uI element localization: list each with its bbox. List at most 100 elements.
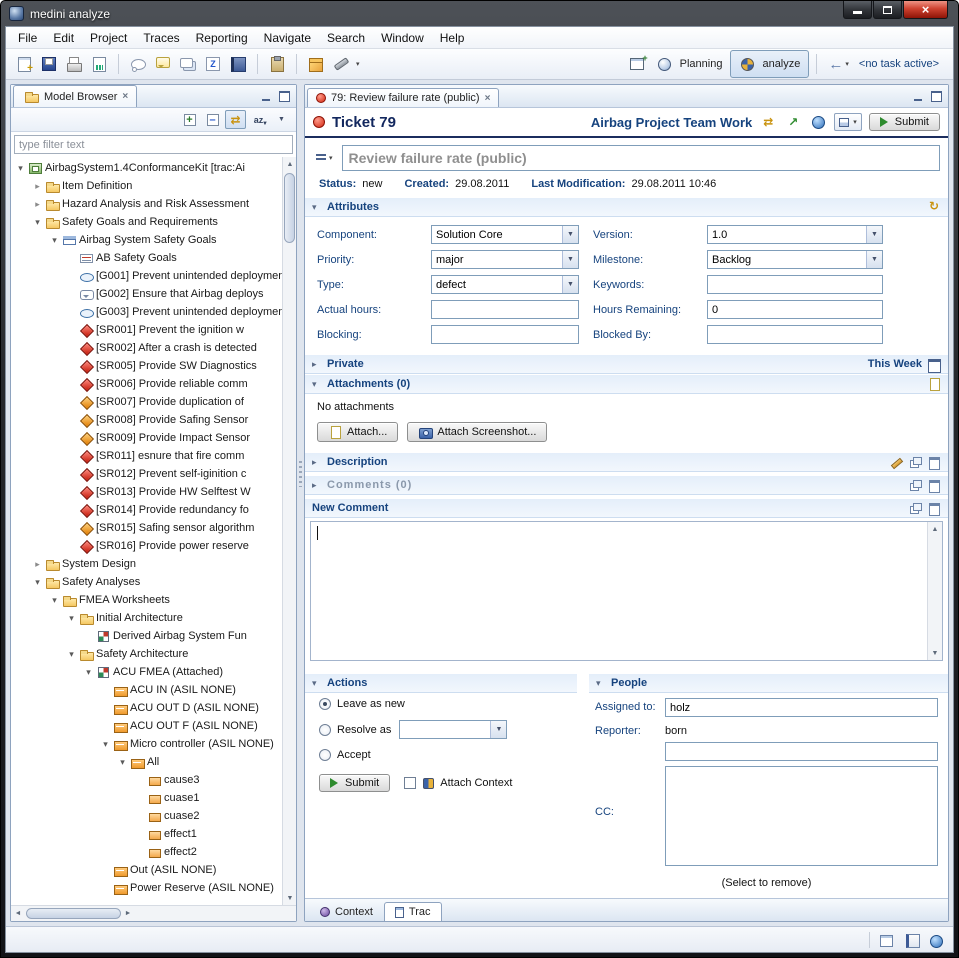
ticket-menu-button[interactable]: ▾	[313, 152, 336, 164]
minimize-button[interactable]	[843, 1, 872, 19]
tree-item[interactable]: Micro controller (ASIL NONE)	[11, 735, 282, 753]
chevron-down-icon[interactable]: ▼	[562, 226, 578, 243]
expander-icon[interactable]	[49, 234, 60, 246]
maximize-icon[interactable]	[927, 455, 941, 469]
twisty-closed-icon[interactable]: ▸	[312, 359, 322, 370]
perspective-planning[interactable]: Planning	[651, 53, 729, 75]
twisty-open-icon[interactable]: ▾	[312, 678, 322, 689]
field-control[interactable]: ▼	[431, 300, 579, 319]
tree-item[interactable]: Hazard Analysis and Risk Assessment	[11, 195, 282, 213]
tree-item[interactable]: Safety Goals and Requirements	[11, 213, 282, 231]
calendar-icon[interactable]	[927, 357, 941, 371]
restore-icon[interactable]	[908, 501, 922, 515]
field-control[interactable]: ▼	[707, 250, 883, 269]
maximize-icon[interactable]	[927, 501, 941, 515]
tree-item[interactable]: [SR016] Provide power reserve	[11, 537, 282, 555]
error-log-icon[interactable]	[903, 932, 920, 948]
tree-item[interactable]: effect2	[11, 843, 282, 861]
minimize-view-icon[interactable]	[258, 89, 273, 103]
tree-item[interactable]: [SR002] After a crash is detected	[11, 339, 282, 357]
field-input[interactable]	[708, 326, 882, 343]
cc-add-input[interactable]	[665, 742, 938, 761]
scrollbar-thumb[interactable]	[26, 908, 121, 919]
filter-input[interactable]	[15, 139, 292, 151]
field-input[interactable]	[708, 226, 866, 243]
section-actions[interactable]: ▾ Actions	[305, 673, 577, 693]
restore-icon[interactable]	[908, 478, 922, 492]
scroll-up-icon[interactable]: ▲	[283, 157, 296, 171]
scroll-up-icon[interactable]: ▲	[928, 522, 942, 536]
radio-icon[interactable]	[319, 698, 331, 710]
expander-icon[interactable]	[32, 180, 43, 192]
attach-screenshot-button[interactable]: Attach Screenshot...	[407, 422, 547, 442]
tree-item[interactable]: [SR011] esnure that fire comm	[11, 447, 282, 465]
section-attributes[interactable]: ▾ Attributes	[305, 197, 948, 217]
tree-item[interactable]: Derived Airbag System Fun	[11, 627, 282, 645]
expander-icon[interactable]	[66, 648, 77, 660]
menu-item[interactable]: Search	[319, 29, 373, 47]
close-icon[interactable]: ×	[122, 91, 128, 102]
new-comment-textarea[interactable]: ▲ ▼	[310, 521, 943, 661]
action-radio-option[interactable]: Leave as new ▼	[305, 693, 577, 715]
view-menu-icon[interactable]	[271, 110, 292, 129]
twisty-open-icon[interactable]: ▾	[312, 202, 322, 213]
scroll-left-icon[interactable]: ◄	[11, 907, 25, 921]
collapse-all-icon[interactable]	[202, 110, 223, 129]
tree-item[interactable]: cuase1	[11, 789, 282, 807]
package-icon[interactable]	[304, 53, 328, 75]
maximize-icon[interactable]	[927, 478, 941, 492]
vertical-scrollbar[interactable]: ▲ ▼	[282, 157, 296, 905]
new-icon[interactable]	[12, 53, 36, 75]
tree-item[interactable]: [SR014] Provide redundancy fo	[11, 501, 282, 519]
attach-context-checkbox[interactable]	[404, 777, 416, 789]
chevron-down-icon[interactable]: ▼	[562, 251, 578, 268]
tree-item[interactable]: Item Definition	[11, 177, 282, 195]
submit-button[interactable]: Submit	[869, 113, 940, 131]
scroll-down-icon[interactable]: ▼	[928, 646, 942, 660]
tools-dropdown-icon[interactable]: ▾	[356, 60, 360, 68]
field-input[interactable]	[432, 301, 578, 318]
menu-item[interactable]: Traces	[135, 29, 187, 47]
perspective-analyze[interactable]: analyze	[730, 50, 809, 78]
close-button[interactable]: ×	[903, 1, 948, 19]
tree-item[interactable]: System Design	[11, 555, 282, 573]
field-input[interactable]	[432, 251, 562, 268]
tree-item[interactable]: AirbagSystem1.4ConformanceKit [trac:Ai	[11, 159, 282, 177]
tree-item[interactable]: FMEA Worksheets	[11, 591, 282, 609]
menu-item[interactable]: Help	[432, 29, 473, 47]
tab-context[interactable]: Context	[309, 902, 384, 921]
tree-item[interactable]: Safety Analyses	[11, 573, 282, 591]
maximize-button[interactable]	[873, 1, 902, 19]
tree-item[interactable]: [SR008] Provide Safing Sensor	[11, 411, 282, 429]
field-control[interactable]: ▼	[431, 250, 579, 269]
tree-item[interactable]: AB Safety Goals	[11, 249, 282, 267]
tree-item[interactable]: [G001] Prevent unintended deployment	[11, 267, 282, 285]
tree-item[interactable]: [SR009] Provide Impact Sensor	[11, 429, 282, 447]
field-input[interactable]	[708, 276, 882, 293]
attach-button[interactable]: Attach...	[317, 422, 398, 442]
new-attachment-icon[interactable]	[927, 377, 941, 391]
chevron-down-icon[interactable]: ▼	[866, 251, 882, 268]
tree-item[interactable]: [SR007] Provide duplication of	[11, 393, 282, 411]
editor-presentation-icon[interactable]	[878, 932, 895, 948]
tree-item[interactable]: Initial Architecture	[11, 609, 282, 627]
expander-icon[interactable]	[49, 594, 60, 606]
tree-item[interactable]: [SR005] Provide SW Diagnostics	[11, 357, 282, 375]
menu-item[interactable]: Reporting	[188, 29, 256, 47]
refresh-attributes-icon[interactable]	[927, 200, 941, 214]
paste-icon[interactable]	[265, 53, 289, 75]
twisty-open-icon[interactable]: ▾	[312, 379, 322, 390]
field-control[interactable]: ▼	[707, 325, 883, 344]
expander-icon[interactable]	[15, 162, 26, 174]
chevron-down-icon[interactable]: ▼	[562, 276, 578, 293]
twisty-closed-icon[interactable]: ▸	[312, 457, 322, 468]
synchronize-icon[interactable]	[759, 114, 777, 130]
tree-item[interactable]: [SR013] Provide HW Selftest W	[11, 483, 282, 501]
expander-icon[interactable]	[66, 612, 77, 624]
expander-icon[interactable]	[100, 738, 111, 750]
tree-item[interactable]: [G003] Prevent unintended deployment	[11, 303, 282, 321]
tree-item[interactable]: ACU IN (ASIL NONE)	[11, 681, 282, 699]
ticket-title-input[interactable]	[342, 145, 940, 171]
progress-icon[interactable]	[928, 932, 945, 948]
twisty-closed-icon[interactable]: ▸	[312, 480, 322, 491]
